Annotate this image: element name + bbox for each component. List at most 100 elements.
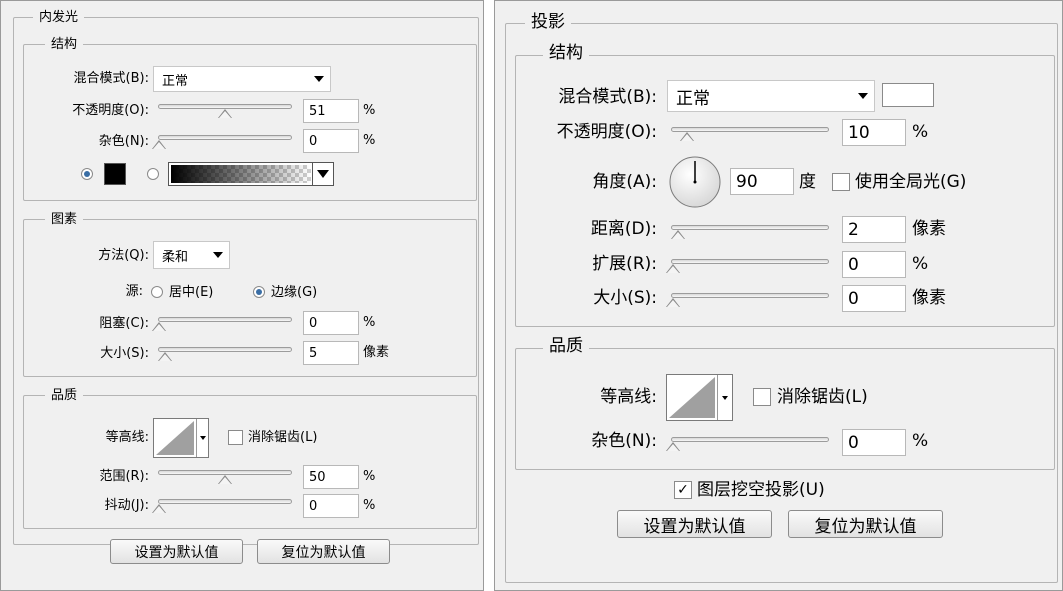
ig-reset-default-button[interactable]: 复位为默认值 (257, 539, 390, 564)
ds-size-value: 0 (848, 288, 859, 309)
ig-contour-picker[interactable] (153, 418, 209, 458)
ig-noise-slider[interactable] (158, 135, 292, 140)
ig-antialias-checkbox[interactable] (228, 430, 243, 445)
ds-angle-label: 角度(A): (592, 172, 657, 192)
ig-noise-value: 0 (309, 133, 318, 149)
chevron-down-icon (213, 252, 223, 258)
ds-distance-value: 2 (848, 219, 859, 240)
chevron-down-icon (858, 93, 868, 99)
ig-technique-select[interactable]: 柔和 (153, 241, 230, 269)
ig-jitter-input[interactable]: 0 (303, 494, 359, 518)
ds-spread-input[interactable]: 0 (842, 251, 906, 278)
ds-blend-mode-value: 正常 (676, 88, 710, 109)
ds-angle-dial[interactable] (668, 155, 722, 209)
ig-color-swatch[interactable] (104, 163, 126, 185)
ig-size-unit: 像素 (363, 345, 390, 360)
ig-elements-title: 图素 (45, 213, 84, 226)
ig-gradient-picker[interactable] (168, 162, 334, 186)
ig-source-edge-radio[interactable] (253, 286, 265, 298)
inner-glow-title: 内发光 (33, 11, 85, 24)
ds-size-slider[interactable] (671, 293, 829, 298)
ds-antialias-label: 消除锯齿(L) (777, 387, 868, 407)
ds-antialias-checkbox[interactable] (753, 388, 771, 406)
ig-range-input[interactable]: 50 (303, 465, 359, 489)
ig-choke-input[interactable]: 0 (303, 311, 359, 335)
ds-noise-input[interactable]: 0 (842, 429, 906, 456)
ds-noise-unit: % (912, 431, 929, 451)
ig-noise-input[interactable]: 0 (303, 129, 359, 153)
ig-size-input[interactable]: 5 (303, 341, 359, 365)
ds-angle-value: 90 (736, 171, 758, 192)
ds-quality-title: 品质 (543, 338, 589, 355)
ds-size-label: 大小(S): (593, 288, 657, 308)
ds-contour-label: 等高线: (600, 387, 657, 407)
drop-shadow-panel: 投影 结构 混合模式(B): 正常 不透明度(O): 10 % 角度(A): 9… (494, 0, 1063, 591)
ds-knockout-checkbox[interactable]: ✓ (674, 481, 692, 499)
ig-size-value: 5 (309, 345, 318, 361)
ig-technique-value: 柔和 (162, 249, 189, 265)
chevron-down-icon (314, 76, 324, 82)
contour-linear-icon (156, 421, 194, 455)
ds-distance-slider[interactable] (671, 225, 829, 230)
ig-make-default-button[interactable]: 设置为默认值 (110, 539, 243, 564)
ds-distance-label: 距离(D): (590, 219, 657, 239)
ig-color-radio[interactable] (81, 168, 93, 180)
ig-choke-slider[interactable] (158, 317, 292, 322)
ig-jitter-slider[interactable] (158, 499, 292, 504)
ig-jitter-value: 0 (309, 498, 318, 514)
chevron-down-icon (317, 170, 329, 178)
ig-size-label: 大小(S): (100, 346, 149, 361)
ds-blend-mode-label: 混合模式(B): (558, 87, 657, 107)
ig-contour-label: 等高线: (105, 430, 149, 445)
ig-source-center-radio[interactable] (151, 286, 163, 298)
ds-contour-dropdown[interactable] (717, 375, 732, 420)
ig-choke-unit: % (363, 315, 376, 330)
ds-noise-label: 杂色(N): (591, 431, 657, 451)
ig-size-slider[interactable] (158, 347, 292, 352)
ig-source-label: 源: (125, 284, 143, 299)
ds-opacity-unit: % (912, 122, 929, 142)
ig-technique-label: 方法(Q): (98, 248, 149, 263)
drop-shadow-title: 投影 (525, 14, 571, 31)
ig-quality-group (23, 395, 477, 529)
ds-blend-mode-select[interactable]: 正常 (667, 80, 875, 112)
ig-opacity-label: 不透明度(O): (72, 103, 149, 118)
ig-antialias-label: 消除锯齿(L) (248, 430, 318, 445)
ds-opacity-input[interactable]: 10 (842, 119, 906, 146)
ds-quality-group (515, 348, 1055, 470)
ig-contour-dropdown[interactable] (196, 419, 208, 457)
ds-size-unit: 像素 (912, 288, 946, 308)
ig-structure-title: 结构 (45, 38, 84, 51)
ds-structure-title: 结构 (543, 45, 589, 62)
ig-opacity-value: 51 (309, 103, 326, 119)
ds-contour-picker[interactable] (666, 374, 733, 421)
ds-opacity-label: 不透明度(O): (556, 122, 657, 142)
ds-distance-input[interactable]: 2 (842, 216, 906, 243)
ds-global-light-checkbox[interactable] (832, 173, 850, 191)
ds-global-light-label: 使用全局光(G) (855, 172, 967, 192)
ig-blend-mode-value: 正常 (162, 73, 189, 89)
ds-angle-input[interactable]: 90 (730, 168, 794, 195)
ig-blend-mode-label: 混合模式(B): (73, 71, 149, 86)
ig-blend-mode-select[interactable]: 正常 (153, 66, 331, 92)
ig-opacity-input[interactable]: 51 (303, 99, 359, 123)
ig-gradient-radio[interactable] (147, 168, 159, 180)
ds-opacity-value: 10 (848, 122, 870, 143)
ig-gradient-dropdown[interactable] (312, 163, 333, 185)
ds-make-default-button[interactable]: 设置为默认值 (617, 510, 772, 538)
contour-linear-icon (669, 377, 715, 418)
ds-noise-value: 0 (848, 432, 859, 453)
ds-reset-default-button[interactable]: 复位为默认值 (788, 510, 943, 538)
ds-spread-slider[interactable] (671, 259, 829, 264)
ds-distance-unit: 像素 (912, 219, 946, 239)
ig-noise-label: 杂色(N): (98, 134, 149, 149)
ig-jitter-label: 抖动(J): (104, 498, 149, 513)
ds-opacity-slider[interactable] (671, 127, 829, 132)
ig-opacity-unit: % (363, 103, 376, 118)
ig-range-value: 50 (309, 469, 326, 485)
ig-range-label: 范围(R): (99, 469, 149, 484)
ds-noise-slider[interactable] (671, 437, 829, 442)
ds-size-input[interactable]: 0 (842, 285, 906, 312)
ds-color-swatch[interactable] (882, 83, 934, 107)
checkmark-icon: ✓ (677, 482, 689, 498)
